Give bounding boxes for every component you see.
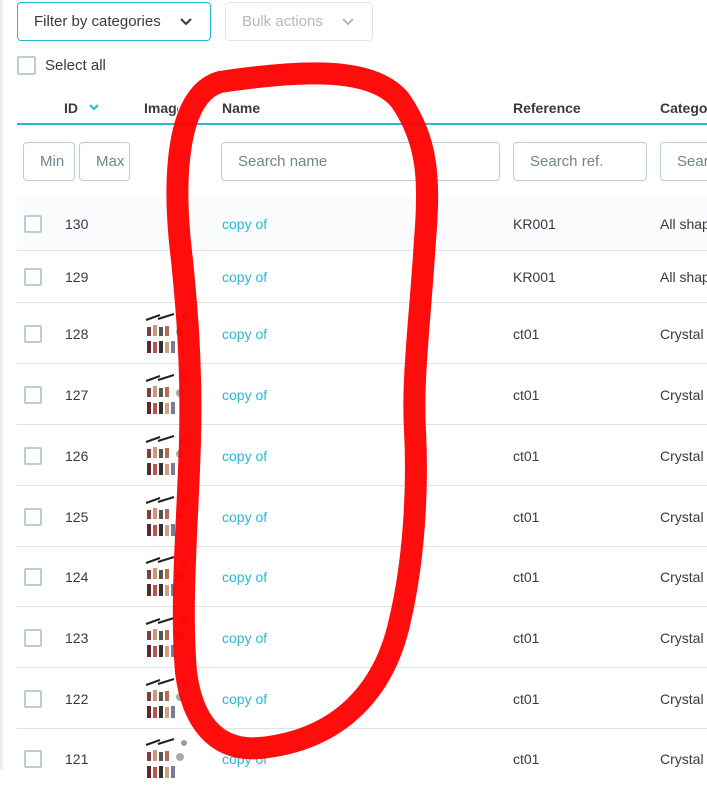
product-name-link[interactable]: copy of [222,448,267,464]
row-category: Crystal T [660,691,707,707]
row-id: 122 [65,691,89,707]
row-reference: ct01 [513,630,540,646]
select-all-label: Select all [45,57,106,74]
row-category: Crystal T [660,387,707,403]
row-id: 121 [65,751,89,767]
table-row[interactable]: 125 copy of ct01 Crystal T [17,485,707,546]
table-row[interactable]: 128 copy of ct01 Crystal T [17,302,707,363]
product-name-link[interactable]: copy of [222,326,267,342]
chevron-down-icon [180,18,192,26]
column-header-category[interactable]: Category [660,100,707,116]
row-category: All shapes [660,216,707,232]
row-category: Crystal T [660,448,707,464]
product-name-link[interactable]: copy of [222,269,267,285]
product-thumbnail[interactable] [144,433,190,479]
product-name-link[interactable]: copy of [222,216,267,232]
row-reference: KR001 [513,269,556,285]
row-category: All shapes [660,269,707,285]
row-id: 128 [65,326,89,342]
column-header-reference[interactable]: Reference [513,100,581,116]
row-checkbox[interactable] [24,508,42,526]
chevron-down-icon [342,18,354,26]
id-max-input[interactable] [79,142,130,181]
table-row[interactable]: 127 copy of ct01 Crystal T [17,363,707,424]
column-header-name[interactable]: Name [222,100,260,116]
row-checkbox[interactable] [24,447,42,465]
product-table-body: 130 copy of KR001 All shapes 129 copy of KR001… [17,197,707,788]
table-row[interactable]: 122 copy of ct01 Crystal T [17,667,707,728]
row-checkbox[interactable] [24,215,42,233]
name-search-input[interactable] [221,142,500,181]
row-checkbox[interactable] [24,325,42,343]
row-category: Crystal T [660,630,707,646]
product-name-link[interactable]: copy of [222,630,267,646]
row-id: 123 [65,630,89,646]
row-reference: ct01 [513,326,540,342]
table-row[interactable]: 129 copy of KR001 All shapes [17,250,707,302]
id-min-input[interactable] [23,142,75,181]
product-name-link[interactable]: copy of [222,387,267,403]
row-reference: ct01 [513,691,540,707]
row-checkbox[interactable] [24,629,42,647]
table-row[interactable]: 124 copy of ct01 Crystal T [17,546,707,606]
row-reference: ct01 [513,509,540,525]
select-all-checkbox[interactable] [17,56,36,75]
row-reference: KR001 [513,216,556,232]
table-row[interactable]: 126 copy of ct01 Crystal T [17,424,707,485]
product-thumbnail[interactable] [144,554,190,600]
column-header-id[interactable]: ID [64,100,78,116]
row-checkbox[interactable] [24,268,42,286]
row-id: 125 [65,509,89,525]
product-thumbnail[interactable] [144,676,190,722]
row-category: Crystal T [660,751,707,767]
row-checkbox[interactable] [24,386,42,404]
filter-by-categories-label: Filter by categories [34,13,161,30]
table-row[interactable]: 130 copy of KR001 All shapes [17,197,707,250]
product-thumbnail[interactable] [144,372,190,418]
product-thumbnail[interactable] [144,311,190,357]
product-name-link[interactable]: copy of [222,691,267,707]
sort-desc-icon[interactable] [88,102,100,112]
product-thumbnail[interactable] [144,615,190,661]
bulk-actions-label: Bulk actions [242,13,323,30]
category-search-input[interactable] [660,142,707,181]
row-checkbox[interactable] [24,750,42,768]
row-checkbox[interactable] [24,568,42,586]
table-row[interactable]: 121 copy of ct01 Crystal T [17,728,707,788]
product-name-link[interactable]: copy of [222,509,267,525]
row-id: 126 [65,448,89,464]
row-category: Crystal T [660,326,707,342]
select-all-control[interactable]: Select all [17,56,106,75]
row-id: 129 [65,269,89,285]
row-id: 130 [65,216,89,232]
product-thumbnail[interactable] [144,736,190,782]
filter-by-categories-button[interactable]: Filter by categories [17,2,211,41]
product-thumbnail[interactable] [144,494,190,540]
row-id: 127 [65,387,89,403]
row-reference: ct01 [513,448,540,464]
row-category: Crystal T [660,509,707,525]
header-divider [17,123,707,125]
row-category: Crystal T [660,569,707,585]
product-name-link[interactable]: copy of [222,569,267,585]
table-row[interactable]: 123 copy of ct01 Crystal T [17,606,707,667]
row-reference: ct01 [513,569,540,585]
reference-search-input[interactable] [513,142,647,181]
bulk-actions-button[interactable]: Bulk actions [225,2,373,41]
column-header-image: Image [144,100,178,116]
row-reference: ct01 [513,751,540,767]
page-left-border [0,0,3,770]
row-id: 124 [65,569,89,585]
row-checkbox[interactable] [24,690,42,708]
row-reference: ct01 [513,387,540,403]
product-name-link[interactable]: copy of [222,751,267,767]
